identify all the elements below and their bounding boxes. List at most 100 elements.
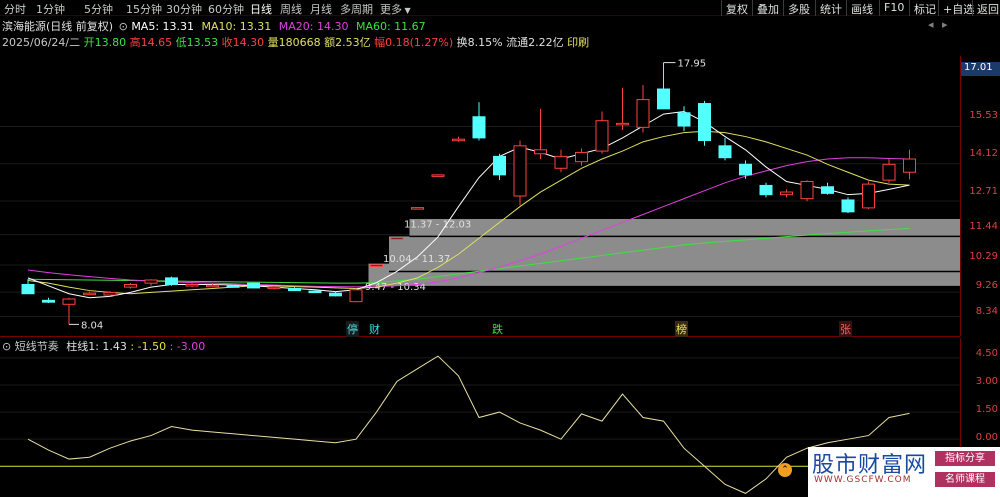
candle [42,297,55,303]
candle-body [308,290,322,294]
event-marker-drop[interactable]: 跌 [491,321,504,337]
chevron-right-icon[interactable]: ▸ [942,18,948,31]
candle [718,137,732,161]
more-label: 更多 [380,3,402,16]
multi-stock-button[interactable]: 多股 [783,0,814,16]
candle [780,189,793,198]
candle-body [554,155,568,169]
candle [862,181,875,210]
candle-body [677,112,691,127]
candle-body [247,282,260,289]
price-tick: 11.44 [969,221,998,232]
period-tab-monthly[interactable]: 月线 [310,1,332,17]
chevron-down-icon: ▼ [402,6,411,15]
period-tab-15min[interactable]: 15分钟 [126,1,162,17]
ma10-value: MA10: 13.31 [201,20,272,33]
candle-body [841,199,855,213]
candle-body [206,284,219,288]
candle [636,85,650,133]
candle-body [698,103,711,142]
event-marker-list[interactable]: 榜 [675,321,688,337]
chevron-left-icon[interactable]: ◂ [928,18,934,31]
ma60-value: MA60: 11.67 [355,20,426,33]
candle [124,283,137,289]
ma20-value: MA20: 14.30 [278,20,349,33]
candle-body [288,287,301,292]
candle-body [800,180,814,200]
f10-button[interactable]: F10 [879,0,908,16]
candle-body [165,277,178,285]
candle [616,87,629,130]
indicator-tick: 1.50 [975,404,998,415]
candlestick-chart[interactable]: 11.37 - 12.0310.04 - 11.379.47 - 10.3417… [0,56,960,336]
circle-indicator-icon[interactable]: ⊙ [119,20,128,33]
sector-label[interactable]: 印刷 [567,36,589,49]
indicator-tick: 3.00 [975,376,998,387]
stock-name: 滨海能源(日线 前复权) [2,20,114,33]
event-marker-limit[interactable]: 张 [839,321,852,337]
alert-icon[interactable]: ⌃ [778,463,792,477]
back-button[interactable]: 返回 [972,0,1000,16]
candle-body [493,155,506,176]
candle [575,148,588,166]
period-tab-5min[interactable]: 5分钟 [84,1,113,17]
candle-body [452,138,465,142]
candle-body [595,120,609,152]
ma5-value: MA5: 13.31 [131,20,195,33]
period-tab-1min[interactable]: 1分钟 [36,1,65,17]
price-tick: 10.29 [969,251,998,262]
candle-body [185,283,199,287]
period-tab-60min[interactable]: 60分钟 [208,1,244,17]
candle-body [83,292,96,296]
candle [595,111,609,154]
mark-button[interactable]: 标记 [909,0,940,16]
candle [759,182,773,198]
candle [657,62,670,110]
candle-body [267,286,281,290]
candle-body [411,207,424,210]
candle-body [370,264,383,267]
candle [800,180,814,202]
candle-body [390,237,404,240]
candle [62,297,76,325]
candle-body [124,283,137,288]
event-marker-finance[interactable]: 财 [368,321,381,337]
candle [821,182,834,195]
ma-legend: 滨海能源(日线 前复权) ⊙ MA5: 13.31 MA10: 13.31 MA… [2,18,426,34]
turnover-value: 换8.15% [456,36,503,49]
candle [452,136,465,142]
indicator-line [27,355,910,494]
period-tab-weekly[interactable]: 周线 [280,1,302,17]
period-toolbar: 分时 1分钟 5分钟 15分钟 30分钟 60分钟 日线 周线 月线 多周期 更… [0,0,1000,16]
period-tab-fenshi[interactable]: 分时 [4,1,26,17]
candle-body [62,298,76,305]
statistics-button[interactable]: 统计 [815,0,846,16]
period-tab-30min[interactable]: 30分钟 [166,1,202,17]
candle [472,102,486,141]
candle [370,264,383,267]
period-tab-daily[interactable]: 日线 [250,1,272,17]
draw-line-button[interactable]: 画线 [846,0,877,16]
candle-body [718,145,732,159]
period-tab-multi[interactable]: 多周期 [340,1,373,17]
candle [513,140,527,206]
candle [349,288,363,303]
overlay-button[interactable]: 叠加 [752,0,783,16]
price-tick: 14.12 [969,148,998,159]
low-value: 低13.53 [175,36,219,49]
period-tab-more[interactable]: 更多 ▼ [380,1,411,17]
volume-value: 量180668 [267,36,321,49]
candle-body [349,289,363,303]
candle-body [226,285,240,288]
candle-body [862,183,875,209]
high-label: 17.95 [678,59,707,70]
panel-separator [0,336,960,337]
event-marker-halt[interactable]: 停 [346,321,359,337]
open-value: 开13.80 [83,36,127,49]
candle [677,106,691,132]
candle-body [821,186,834,194]
candle-body [903,158,916,173]
candle [554,149,568,173]
close-value: 收14.30 [221,36,265,49]
restore-rights-button[interactable]: 复权 [721,0,752,16]
